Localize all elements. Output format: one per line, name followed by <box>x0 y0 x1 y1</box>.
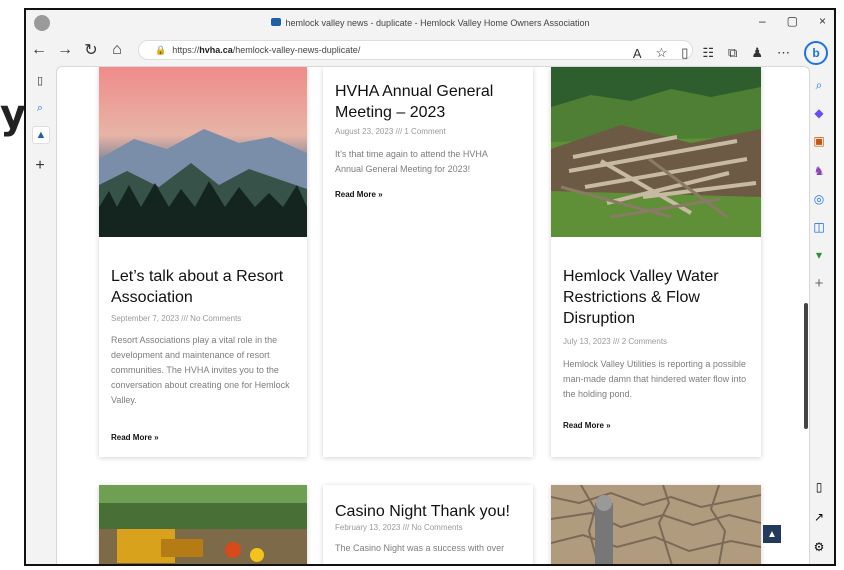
url-prefix: https:// <box>172 45 200 55</box>
favorite-star-icon[interactable]: ☆ <box>656 45 668 61</box>
card-image-construction[interactable] <box>99 485 307 564</box>
window-title: hemlock valley news - duplicate - Hemloc… <box>26 18 834 28</box>
drop-icon[interactable]: ▾ <box>810 246 828 264</box>
dry-earth-scene <box>551 485 761 564</box>
card-excerpt: It’s that time again to attend the HVHA … <box>335 149 488 174</box>
card-image-dry-earth[interactable] <box>551 485 761 564</box>
read-more-link[interactable]: Read More » <box>563 421 611 430</box>
browser-window: hemlock valley news - duplicate - Hemloc… <box>24 8 836 566</box>
minimize-icon[interactable]: – <box>759 14 766 28</box>
maximize-icon[interactable]: ▢ <box>787 14 798 28</box>
window-title-text: hemlock valley news - duplicate - Hemloc… <box>285 18 590 28</box>
news-card <box>551 485 761 564</box>
mountain-scene <box>99 129 307 237</box>
card-excerpt: Resort Associations play a vital role in… <box>111 335 290 405</box>
games-icon[interactable]: ♞ <box>810 162 828 180</box>
card-excerpt: The Casino Night was a success with over <box>335 543 505 553</box>
more-icon[interactable]: ⋯ <box>777 45 790 61</box>
card-title[interactable]: Hemlock Valley Water Restrictions & Flow… <box>563 266 749 329</box>
read-aloud-icon[interactable]: A <box>633 46 642 61</box>
title-bar: hemlock valley news - duplicate - Hemloc… <box>26 10 834 36</box>
home-icon[interactable]: ⌂ <box>104 41 130 59</box>
url-host: hvha.ca <box>199 45 233 55</box>
favorites-icon[interactable]: ☷ <box>702 45 714 61</box>
left-overlay-text: y <box>0 92 27 138</box>
settings-icon[interactable]: ⚙ <box>810 538 828 556</box>
search-icon[interactable]: ⌕ <box>810 76 828 94</box>
outlook-icon[interactable]: ◫ <box>810 218 828 236</box>
lock-icon: 🔒 <box>155 44 167 55</box>
card-meta: February 13, 2023 /// No Comments <box>335 523 463 532</box>
news-card: HVHA Annual General Meeting – 2023 Augus… <box>323 67 533 457</box>
news-card <box>99 485 307 564</box>
close-icon[interactable]: × <box>819 14 826 28</box>
card-title[interactable]: Let’s talk about a Resort Association <box>111 266 291 308</box>
tab-actions-icon[interactable]: ▯ <box>32 72 48 88</box>
forward-arrow-icon[interactable]: → <box>52 41 78 59</box>
scrollbar-thumb[interactable] <box>804 303 808 429</box>
back-to-top-button[interactable]: ▲ <box>763 525 781 543</box>
page-scrollbar[interactable] <box>799 67 809 564</box>
window-controls: – ▢ × <box>759 14 826 28</box>
browser-toolbar-right: A ☆ ▯ ☷ ⧉ ♟ ⋯ b <box>633 41 828 65</box>
active-tab-icon[interactable]: ▲ <box>32 126 50 144</box>
read-more-link[interactable]: Read More » <box>335 190 383 199</box>
card-title[interactable]: HVHA Annual General Meeting – 2023 <box>335 81 517 123</box>
address-toolbar: ← → ↻ ⌂ 🔒 https:// hvha.ca /hemlock-vall… <box>26 36 834 65</box>
card-meta: September 7, 2023 /// No Comments <box>111 314 242 323</box>
shopping-icon[interactable]: ▣ <box>810 132 828 150</box>
new-tab-icon[interactable]: + <box>32 157 48 174</box>
page-viewport: Let’s talk about a Resort Association Se… <box>56 66 810 564</box>
split-screen-icon[interactable]: ▯ <box>681 45 688 61</box>
card-excerpt: Hemlock Valley Utilities is reporting a … <box>563 359 747 399</box>
read-more-link[interactable]: Read More » <box>111 433 159 442</box>
card-meta: August 23, 2023 /// 1 Comment <box>335 127 446 136</box>
news-card: Let’s talk about a Resort Association Se… <box>99 67 307 457</box>
add-sidebar-icon[interactable]: + <box>810 274 828 292</box>
card-image-beaver-dam[interactable] <box>551 67 761 237</box>
collections-icon[interactable]: ⧉ <box>728 45 737 61</box>
url-path: /hemlock-valley-news-duplicate/ <box>232 45 361 55</box>
back-arrow-icon[interactable]: ← <box>26 41 52 59</box>
refresh-icon[interactable]: ↻ <box>78 40 104 60</box>
card-title[interactable]: Casino Night Thank you! <box>335 501 517 522</box>
construction-scene <box>99 485 307 564</box>
tag-icon[interactable]: ◆ <box>810 104 828 122</box>
site-favicon-icon <box>270 18 281 26</box>
office-icon[interactable]: ◎ <box>810 190 828 208</box>
address-bar[interactable]: 🔒 https:// hvha.ca /hemlock-valley-news-… <box>138 40 693 60</box>
beaver-dam-scene <box>551 67 761 237</box>
card-meta: July 13, 2023 /// 2 Comments <box>563 337 668 346</box>
news-card: Hemlock Valley Water Restrictions & Flow… <box>551 67 761 457</box>
external-link-icon[interactable]: ↗ <box>810 508 828 526</box>
search-icon[interactable]: ⌕ <box>32 100 48 116</box>
card-image-mountains[interactable] <box>99 67 307 237</box>
left-sidebar: ▯ ⌕ ▲ + <box>26 66 54 564</box>
bing-icon[interactable]: b <box>804 41 828 65</box>
news-card: Casino Night Thank you! February 13, 202… <box>323 485 533 564</box>
extensions-icon[interactable]: ♟ <box>751 45 763 61</box>
sidebar-layout-icon[interactable]: ▯ <box>810 478 828 496</box>
